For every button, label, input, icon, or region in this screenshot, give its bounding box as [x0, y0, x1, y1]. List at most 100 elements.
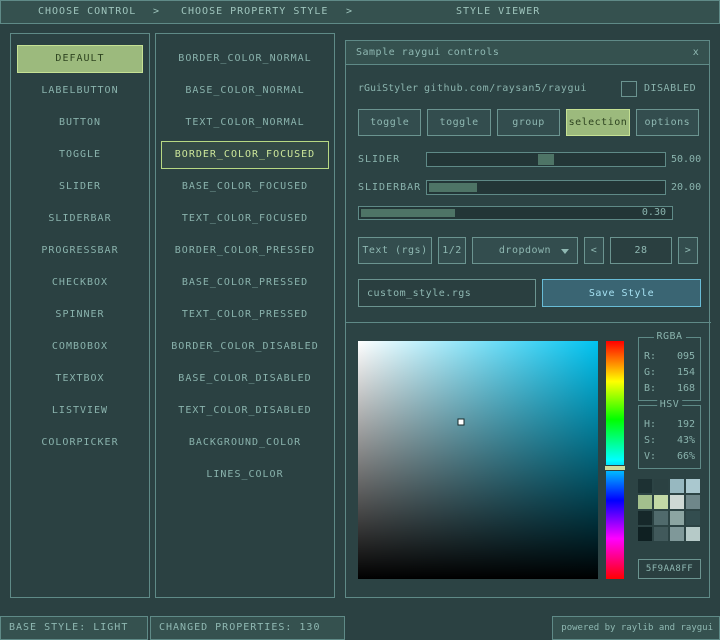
color-picker-cursor[interactable] — [458, 418, 465, 425]
status-base-style: BASE STYLE: LIGHT — [0, 616, 148, 640]
spinner-decrement-button[interactable]: < — [584, 237, 604, 264]
hue-slider[interactable] — [606, 341, 624, 579]
property-list-item[interactable]: BASE_COLOR_FOCUSED — [161, 173, 329, 201]
control-list-item-colorpicker[interactable]: COLORPICKER — [17, 429, 143, 457]
control-list-item-checkbox[interactable]: CHECKBOX — [17, 269, 143, 297]
toggle-button-group[interactable]: group — [497, 109, 560, 136]
palette-swatch[interactable] — [670, 495, 684, 509]
slider-handle[interactable] — [538, 154, 554, 165]
rgba-row-g: G: 154 — [639, 365, 700, 381]
palette-swatch[interactable] — [670, 527, 684, 541]
control-list-item-sliderbar[interactable]: SLIDERBAR — [17, 205, 143, 233]
property-list-item-selected[interactable]: BORDER_COLOR_FOCUSED — [161, 141, 329, 169]
text-rgs-button[interactable]: Text (rgs) — [358, 237, 432, 264]
toggle-button-options[interactable]: options — [636, 109, 699, 136]
control-list-item-default[interactable]: DEFAULT — [17, 45, 143, 73]
palette-swatch[interactable] — [654, 527, 668, 541]
breadcrumb: CHOOSE CONTROL > CHOOSE PROPERTY STYLE >… — [0, 0, 720, 24]
status-powered-by: powered by raylib and raygui — [552, 616, 720, 640]
hue-slider-handle[interactable] — [604, 465, 626, 471]
control-list-item-button[interactable]: BUTTON — [17, 109, 143, 137]
rgba-row-b: B: 168 — [639, 381, 700, 397]
property-list-item[interactable]: BORDER_COLOR_NORMAL — [161, 45, 329, 73]
spinner-increment-button[interactable]: > — [678, 237, 698, 264]
save-style-button[interactable]: Save Style — [542, 279, 701, 307]
hex-color-input[interactable]: 5F9AA8FF — [638, 559, 701, 579]
rgba-group-title: RGBA — [653, 331, 685, 342]
color-picker-gradient[interactable] — [358, 341, 598, 579]
control-list-item-progressbar[interactable]: PROGRESSBAR — [17, 237, 143, 265]
property-list-item[interactable]: TEXT_COLOR_PRESSED — [161, 301, 329, 329]
hsv-row-v: V: 66% — [639, 449, 700, 465]
property-list-item[interactable]: TEXT_COLOR_DISABLED — [161, 397, 329, 425]
property-list-item[interactable]: BORDER_COLOR_DISABLED — [161, 333, 329, 361]
breadcrumb-choose-control: CHOOSE CONTROL — [38, 1, 136, 23]
spinner-value-box[interactable]: 28 — [610, 237, 672, 264]
property-list-item[interactable]: BASE_COLOR_DISABLED — [161, 365, 329, 393]
property-list-item[interactable]: LINES_COLOR — [161, 461, 329, 489]
control-list-item-labelbutton[interactable]: LABELBUTTON — [17, 77, 143, 105]
palette-swatch[interactable] — [654, 495, 668, 509]
s-value: 43% — [677, 433, 695, 449]
hsv-group: HSV H: 192 S: 43% V: 66% — [638, 405, 701, 469]
toggle-button-selection-active[interactable]: selection — [566, 109, 629, 136]
sliderbar-fill — [429, 183, 477, 192]
palette-swatch[interactable] — [638, 479, 652, 493]
palette-swatch[interactable] — [638, 495, 652, 509]
palette-swatch[interactable] — [686, 527, 700, 541]
control-list-item-textbox[interactable]: TEXTBOX — [17, 365, 143, 393]
control-list-item-toggle[interactable]: TOGGLE — [17, 141, 143, 169]
progressbar-value: 0.30 — [642, 207, 666, 219]
toggle-button-1[interactable]: toggle — [358, 109, 421, 136]
g-value: 154 — [677, 365, 695, 381]
hsv-group-title: HSV — [657, 399, 683, 410]
palette-swatch[interactable] — [670, 479, 684, 493]
control-list-item-slider[interactable]: SLIDER — [17, 173, 143, 201]
style-viewer-window: Sample raygui controls x rGuiStyler gith… — [345, 40, 710, 598]
sliderbar[interactable] — [426, 180, 666, 195]
property-list-item[interactable]: BASE_COLOR_PRESSED — [161, 269, 329, 297]
hsv-row-s: S: 43% — [639, 433, 700, 449]
close-icon[interactable]: x — [687, 44, 705, 62]
palette-swatch[interactable] — [654, 511, 668, 525]
styler-label: rGuiStyler — [358, 83, 418, 94]
property-list-item[interactable]: TEXT_COLOR_FOCUSED — [161, 205, 329, 233]
slider[interactable] — [426, 152, 666, 167]
s-label: S: — [644, 433, 656, 449]
status-changed-properties: CHANGED PROPERTIES: 130 — [150, 616, 345, 640]
hsv-row-h: H: 192 — [639, 417, 700, 433]
dropdown-label: dropdown — [499, 245, 551, 256]
slider-label: SLIDER — [358, 154, 400, 165]
palette-swatch[interactable] — [686, 495, 700, 509]
rgba-row-r: R: 095 — [639, 349, 700, 365]
toggle-button-2[interactable]: toggle — [427, 109, 490, 136]
property-list-item[interactable]: TEXT_COLOR_NORMAL — [161, 109, 329, 137]
control-list-item-spinner[interactable]: SPINNER — [17, 301, 143, 329]
property-list-item[interactable]: BORDER_COLOR_PRESSED — [161, 237, 329, 265]
disabled-checkbox[interactable] — [621, 81, 637, 97]
h-label: H: — [644, 417, 656, 433]
sliderbar-value: 20.00 — [671, 182, 701, 193]
filename-input[interactable] — [358, 279, 536, 307]
control-list-item-listview[interactable]: LISTVIEW — [17, 397, 143, 425]
control-list-item-combobox[interactable]: COMBOBOX — [17, 333, 143, 361]
chevron-down-icon — [561, 249, 569, 258]
g-label: G: — [644, 365, 656, 381]
dropdown-select[interactable]: dropdown — [472, 237, 578, 264]
palette-swatch[interactable] — [654, 479, 668, 493]
breadcrumb-style-viewer: STYLE VIEWER — [456, 1, 540, 23]
properties-list: BORDER_COLOR_NORMAL BASE_COLOR_NORMAL TE… — [155, 33, 335, 598]
breadcrumb-separator: > — [153, 1, 160, 23]
b-label: B: — [644, 381, 656, 397]
palette-swatch[interactable] — [670, 511, 684, 525]
palette-swatch[interactable] — [638, 511, 652, 525]
palette-swatch[interactable] — [638, 527, 652, 541]
v-label: V: — [644, 449, 656, 465]
property-list-item[interactable]: BASE_COLOR_NORMAL — [161, 77, 329, 105]
palette-swatch[interactable] — [686, 511, 700, 525]
half-button[interactable]: 1/2 — [438, 237, 466, 264]
palette-swatch[interactable] — [686, 479, 700, 493]
h-value: 192 — [677, 417, 695, 433]
property-list-item[interactable]: BACKGROUND_COLOR — [161, 429, 329, 457]
b-value: 168 — [677, 381, 695, 397]
